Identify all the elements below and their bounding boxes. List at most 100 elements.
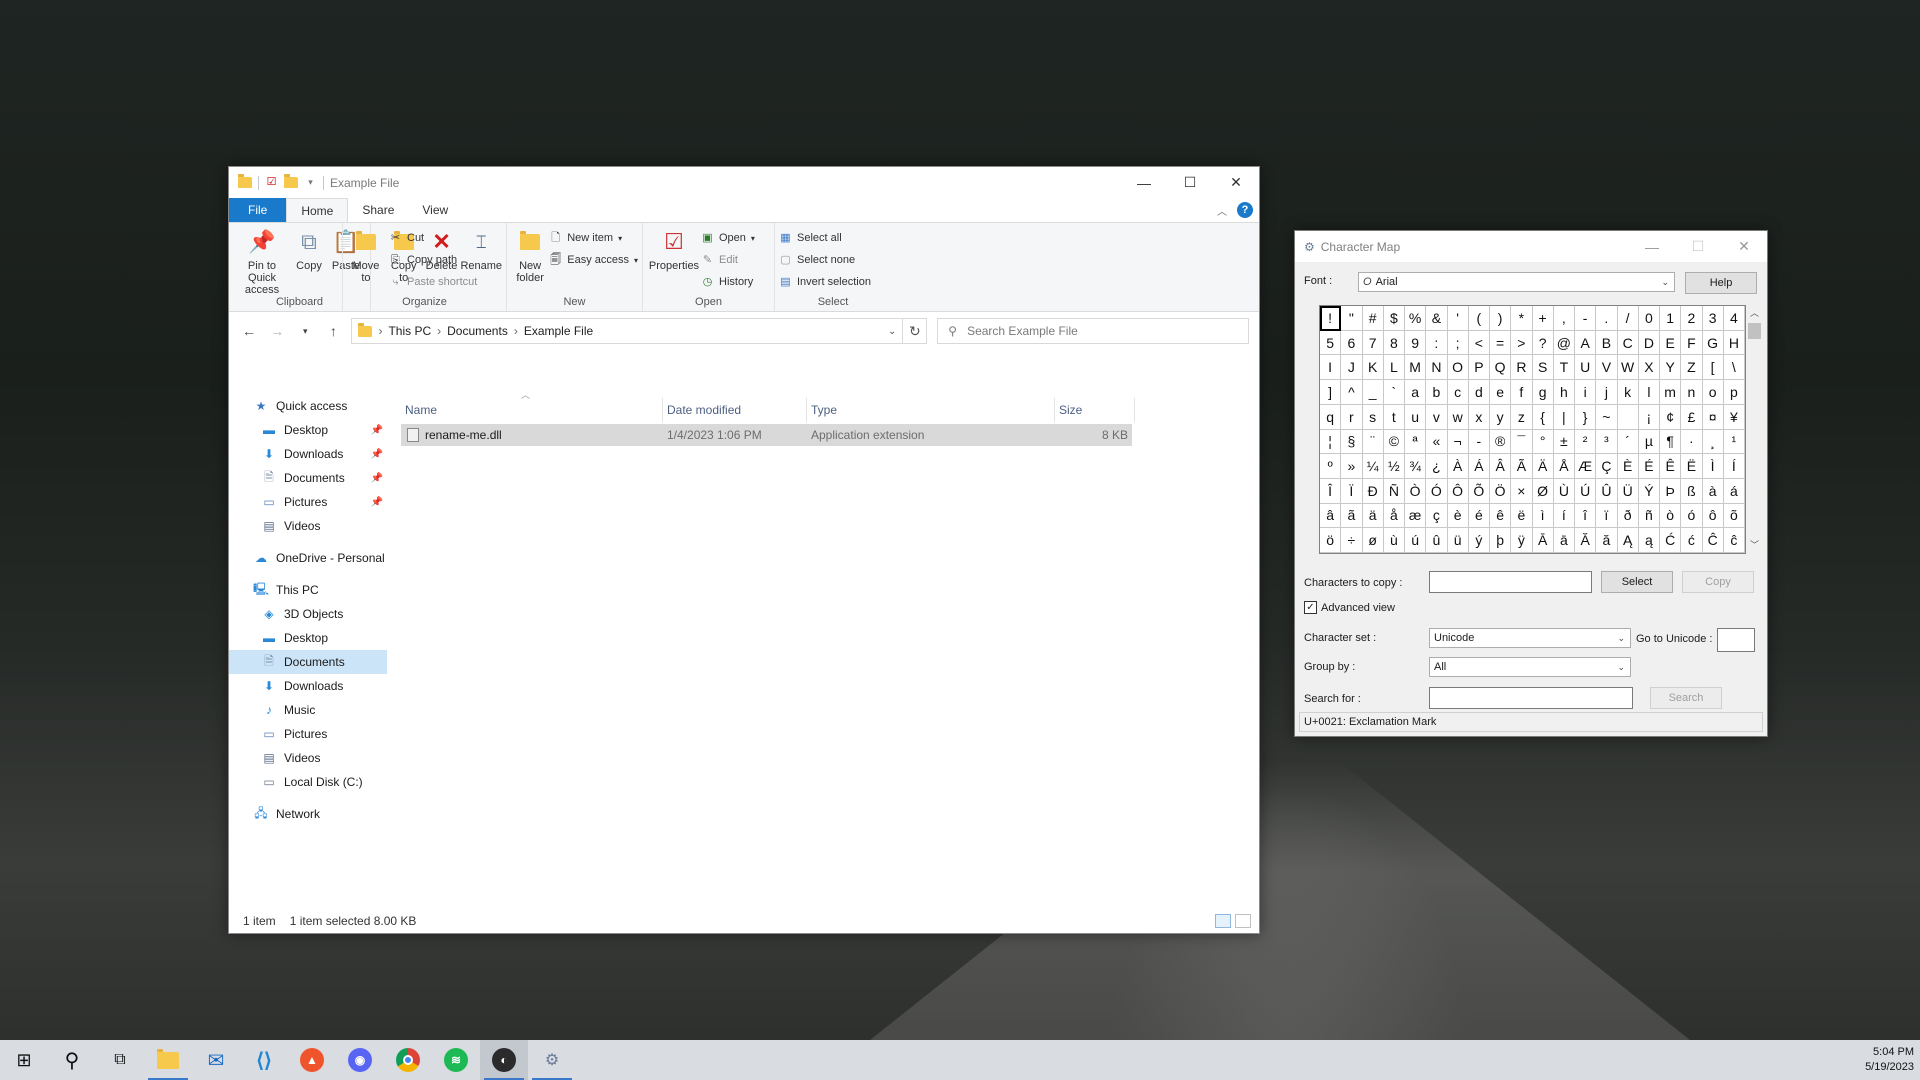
char-cell[interactable]: o bbox=[1702, 380, 1724, 405]
char-cell[interactable]: 5 bbox=[1320, 330, 1342, 356]
char-cell[interactable]: è bbox=[1447, 503, 1469, 529]
obs-icon[interactable]: ◐ bbox=[480, 1040, 528, 1080]
char-cell[interactable]: ) bbox=[1490, 306, 1512, 331]
invert-selection-button[interactable]: ▤ Invert selection bbox=[779, 273, 871, 291]
char-cell[interactable]: E bbox=[1660, 330, 1682, 356]
nav-quick-access[interactable]: ★ Quick access bbox=[229, 394, 387, 418]
char-cell[interactable]: b bbox=[1426, 380, 1448, 405]
char-cell[interactable]: = bbox=[1490, 330, 1512, 356]
char-cell[interactable]: ® bbox=[1490, 429, 1512, 455]
char-cell[interactable]: ì bbox=[1532, 503, 1554, 529]
char-cell[interactable]: - bbox=[1468, 429, 1490, 455]
char-cell[interactable]: Ø bbox=[1532, 478, 1554, 504]
char-cell[interactable]: \ bbox=[1723, 355, 1745, 381]
grid-scrollbar[interactable]: ︿ ﹀ bbox=[1746, 305, 1763, 554]
char-cell[interactable]: 2 bbox=[1681, 306, 1703, 331]
char-cell[interactable]: ! bbox=[1320, 306, 1342, 331]
char-cell[interactable]: Ô bbox=[1447, 478, 1469, 504]
select-none-button[interactable]: ▢ Select none bbox=[779, 251, 871, 269]
breadcrumb-example-file[interactable]: Example File bbox=[524, 324, 593, 338]
customize-toolbar-icon[interactable]: ▾ bbox=[304, 176, 317, 189]
char-cell[interactable]: Þ bbox=[1660, 478, 1682, 504]
search-icon[interactable]: ⚲ bbox=[48, 1040, 96, 1080]
character-map-icon[interactable]: ⚙ bbox=[528, 1040, 576, 1080]
collapse-ribbon-icon[interactable]: ︿ bbox=[1217, 203, 1227, 218]
breadcrumb-documents[interactable]: Documents bbox=[447, 324, 508, 338]
char-cell[interactable]: Ý bbox=[1638, 478, 1660, 504]
char-cell[interactable]: ý bbox=[1468, 528, 1490, 553]
spotify-icon[interactable]: ≋ bbox=[432, 1040, 480, 1080]
easy-access-button[interactable]: 🗐 Easy access ▾ bbox=[549, 251, 638, 269]
char-cell[interactable]: q bbox=[1320, 404, 1342, 430]
char-cell[interactable]: Ā bbox=[1532, 528, 1554, 553]
minimize-button[interactable]: — bbox=[1629, 231, 1675, 262]
copy-button[interactable]: Copy bbox=[1682, 571, 1754, 593]
char-cell[interactable]: ä bbox=[1362, 503, 1384, 529]
char-cell[interactable]: ï bbox=[1596, 503, 1618, 529]
table-row[interactable]: rename-me.dll 1/4/2023 1:06 PM Applicati… bbox=[401, 424, 1132, 446]
char-cell[interactable]: ` bbox=[1383, 380, 1405, 405]
char-cell[interactable]: Ê bbox=[1660, 454, 1682, 479]
char-cell[interactable]: & bbox=[1426, 306, 1448, 331]
char-cell[interactable]: Z bbox=[1681, 355, 1703, 381]
char-cell[interactable]: ¥ bbox=[1723, 404, 1745, 430]
char-cell[interactable]: © bbox=[1383, 429, 1405, 455]
char-cell[interactable]: ą bbox=[1638, 528, 1660, 553]
char-cell[interactable]: Ä bbox=[1532, 454, 1554, 479]
char-cell[interactable]: ÿ bbox=[1511, 528, 1533, 553]
char-cell[interactable]: ¯ bbox=[1511, 429, 1533, 455]
char-cell[interactable]: Â bbox=[1490, 454, 1512, 479]
char-cell[interactable]: ¾ bbox=[1405, 454, 1427, 479]
char-cell[interactable]: æ bbox=[1405, 503, 1427, 529]
char-cell[interactable]: È bbox=[1617, 454, 1639, 479]
char-cell[interactable]: w bbox=[1447, 404, 1469, 430]
tab-file[interactable]: File bbox=[229, 198, 287, 222]
char-cell[interactable]: O bbox=[1447, 355, 1469, 381]
char-cell[interactable]: k bbox=[1617, 380, 1639, 405]
breadcrumb-this-pc[interactable]: This PC bbox=[388, 324, 431, 338]
discord-icon[interactable]: ◉ bbox=[336, 1040, 384, 1080]
char-cell[interactable]: I bbox=[1320, 355, 1342, 381]
nav-pc-documents[interactable]: 🗎 Documents bbox=[229, 650, 387, 674]
char-cell[interactable]: Õ bbox=[1468, 478, 1490, 504]
char-cell[interactable]: % bbox=[1405, 306, 1427, 331]
char-cell[interactable]: ÷ bbox=[1341, 528, 1363, 553]
char-cell[interactable]: ´ bbox=[1617, 429, 1639, 455]
char-cell[interactable]: p bbox=[1723, 380, 1745, 405]
char-cell[interactable]: ¿ bbox=[1426, 454, 1448, 479]
char-cell[interactable]: R bbox=[1511, 355, 1533, 381]
char-cell[interactable]: ¸ bbox=[1702, 429, 1724, 455]
char-cell[interactable]: z bbox=[1511, 404, 1533, 430]
char-cell[interactable]: { bbox=[1532, 404, 1554, 430]
char-cell[interactable]: ë bbox=[1511, 503, 1533, 529]
char-cell[interactable]: < bbox=[1468, 330, 1490, 356]
goto-unicode-input[interactable] bbox=[1717, 628, 1755, 652]
char-cell[interactable]: Ă bbox=[1575, 528, 1597, 553]
char-cell[interactable]: ç bbox=[1426, 503, 1448, 529]
task-view-icon[interactable]: ⧉ bbox=[96, 1040, 144, 1080]
char-cell[interactable]: Ć bbox=[1660, 528, 1682, 553]
char-cell[interactable]: [ bbox=[1702, 355, 1724, 381]
char-cell[interactable]: Ð bbox=[1362, 478, 1384, 504]
char-cell[interactable]: ( bbox=[1468, 306, 1490, 331]
char-cell[interactable]: Ñ bbox=[1383, 478, 1405, 504]
nav-quick-pictures[interactable]: ▭ Pictures 📌 bbox=[229, 490, 387, 514]
char-cell[interactable]: í bbox=[1553, 503, 1575, 529]
nav-pc-local-disk[interactable]: ▭ Local Disk (C:) bbox=[229, 770, 387, 794]
char-cell[interactable]: Ì bbox=[1702, 454, 1724, 479]
scroll-down-icon[interactable]: ﹀ bbox=[1746, 537, 1763, 554]
char-cell[interactable]: C bbox=[1617, 330, 1639, 356]
scroll-thumb[interactable] bbox=[1748, 323, 1761, 339]
char-cell[interactable]: ^ bbox=[1341, 380, 1363, 405]
tab-home[interactable]: Home bbox=[286, 198, 349, 222]
chars-to-copy-input[interactable] bbox=[1429, 571, 1592, 593]
char-cell[interactable]: ð bbox=[1617, 503, 1639, 529]
char-cell[interactable]: A bbox=[1575, 330, 1597, 356]
nav-pc-music[interactable]: ♪ Music bbox=[229, 698, 387, 722]
char-cell[interactable]: ü bbox=[1447, 528, 1469, 553]
char-cell[interactable]: ĉ bbox=[1723, 528, 1745, 553]
minimize-button[interactable]: — bbox=[1121, 167, 1167, 198]
char-cell[interactable]: f bbox=[1511, 380, 1533, 405]
chrome-icon[interactable] bbox=[384, 1040, 432, 1080]
select-all-button[interactable]: ▦ Select all bbox=[779, 229, 871, 247]
